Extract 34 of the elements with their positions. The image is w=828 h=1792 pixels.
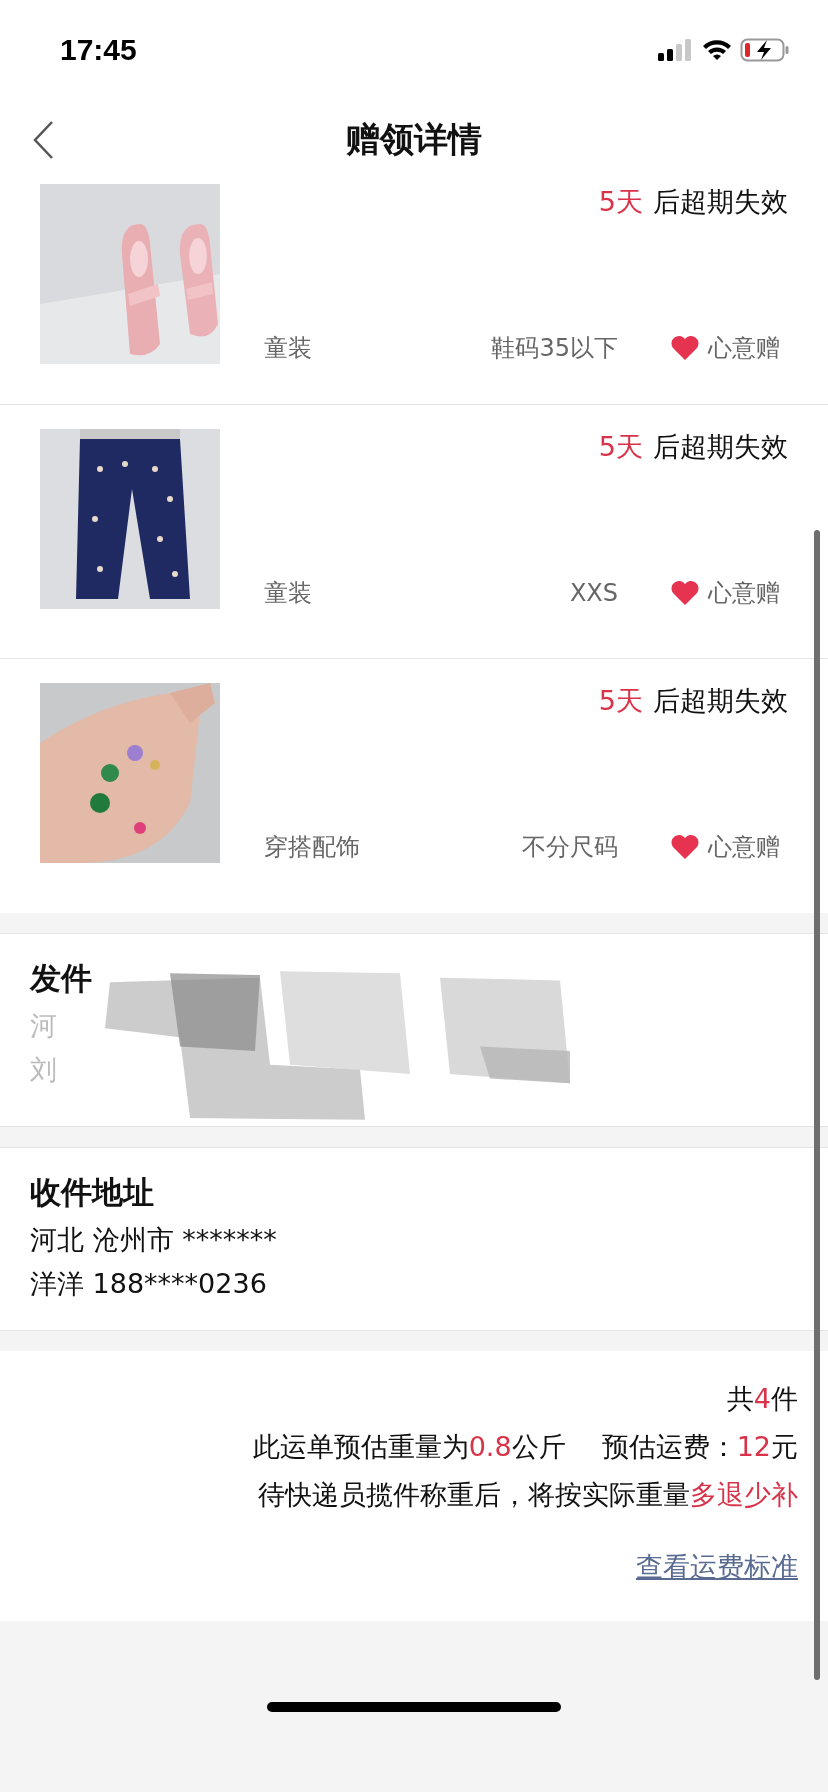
address-line: 刘 — [30, 1053, 57, 1087]
heart-icon — [670, 834, 700, 860]
category-label: 童装 — [264, 578, 313, 609]
section-title: 收件地址 — [30, 1173, 154, 1212]
size-label: 不分尺码 — [522, 832, 618, 863]
expiry-text: 后超期失效 — [653, 185, 788, 219]
battery-icon — [740, 37, 790, 63]
shipping-standard-link[interactable]: 查看运费标准 — [636, 1549, 798, 1585]
size-label: XXS — [569, 579, 618, 607]
address-line: 河 — [30, 1009, 57, 1043]
page-title: 赠领详情 — [346, 118, 482, 161]
gift-label: 心意赠 — [708, 333, 780, 364]
expiry-text: 后超期失效 — [653, 684, 788, 718]
section-title: 发件 — [30, 959, 92, 998]
expiry-text: 后超期失效 — [653, 430, 788, 464]
heart-icon — [670, 580, 700, 606]
summary-text: 共4件 — [726, 1382, 798, 1416]
gift-label: 心意赠 — [708, 578, 780, 609]
signal-icon — [658, 38, 694, 62]
wifi-icon — [702, 38, 732, 62]
address-line: 河北 沧州市 ******* — [30, 1223, 277, 1257]
countdown: 5天 — [598, 430, 643, 464]
address-line: 洋洋 188****0236 — [30, 1267, 267, 1301]
back-icon[interactable] — [32, 120, 54, 160]
category-label: 穿搭配饰 — [264, 832, 361, 863]
status-time: 17:45 — [60, 33, 137, 67]
summary-text: 待快递员揽件称重后，将按实际重量多退少补 — [258, 1478, 798, 1512]
summary-text: 此运单预估重量为0.8公斤 预估运费：12元 — [252, 1430, 798, 1464]
size-label: 鞋码35以下 — [491, 333, 618, 364]
gift-label: 心意赠 — [708, 832, 780, 863]
heart-icon — [670, 335, 700, 361]
category-label: 童装 — [264, 333, 313, 364]
countdown: 5天 — [598, 684, 643, 718]
countdown: 5天 — [598, 185, 643, 219]
